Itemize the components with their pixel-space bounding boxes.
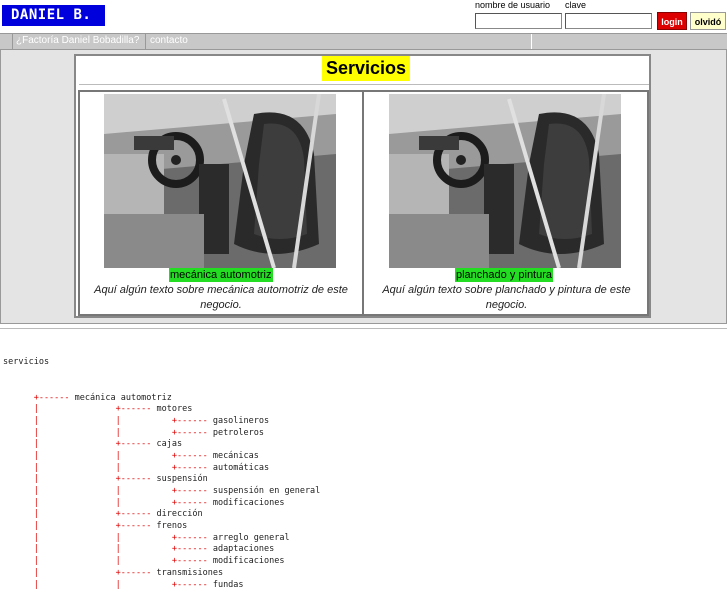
sitemap-item-label[interactable]: automáticas xyxy=(213,463,269,473)
sitemap-tree-line: | +------ xyxy=(3,521,157,532)
service-description-bodywork-line1: Aquí algún texto sobre planchado y pintu… xyxy=(382,284,631,311)
sitemap-item[interactable]: | | +------ adaptaciones xyxy=(3,544,320,556)
service-photo-bodywork[interactable] xyxy=(389,94,621,268)
sitemap-tree-line: +------ xyxy=(3,392,75,403)
sitemap-tree-line: | | +------ xyxy=(3,532,213,543)
sitemap-tree-line: | | +------ xyxy=(3,415,213,426)
sitemap-item[interactable]: | | +------ automáticas xyxy=(3,463,320,475)
sitemap-tree-line: | | +------ xyxy=(3,450,213,461)
sitemap-item-label[interactable]: motores xyxy=(157,404,193,414)
sitemap-root[interactable]: servicios xyxy=(3,357,320,369)
sitemap-item[interactable]: | | +------ modificaciones xyxy=(3,556,320,568)
sitemap-item-label[interactable]: modificaciones xyxy=(213,498,285,508)
password-input[interactable] xyxy=(565,13,652,29)
sitemap-tree-line: | | +------ xyxy=(3,579,213,590)
sitemap-tree-line: | | +------ xyxy=(3,544,213,555)
sitemap-item-label[interactable]: arreglo general xyxy=(213,533,290,543)
sitemap-item-label[interactable]: petroleros xyxy=(213,428,264,438)
sitemap-item-label[interactable]: fundas xyxy=(213,580,244,590)
sitemap-item[interactable]: +------ mecánica automotriz xyxy=(3,393,320,405)
sitemap-item[interactable]: | | +------ gasolineros xyxy=(3,416,320,428)
username-label: nombre de usuario xyxy=(475,0,551,10)
sitemap-item[interactable]: | | +------ petroleros xyxy=(3,428,320,440)
sitemap-tree-line: | | +------ xyxy=(3,427,213,438)
sitemap-item-label[interactable]: mecánica automotriz xyxy=(75,393,172,403)
nav-link-about[interactable]: ¿Factoría Daniel Bobadilla? xyxy=(16,34,139,48)
login-button[interactable]: login xyxy=(657,12,687,30)
sitemap-tree-line: | +------ xyxy=(3,509,157,520)
sitemap-divider xyxy=(0,328,727,329)
sitemap-item-label[interactable]: transmisiones xyxy=(157,568,224,578)
sitemap-item-label[interactable]: gasolineros xyxy=(213,416,269,426)
sitemap-item[interactable]: | +------ frenos xyxy=(3,521,320,533)
sitemap-item-label[interactable]: suspensión xyxy=(157,474,208,484)
sitemap-rows: +------ mecánica automotriz | +------ mo… xyxy=(3,393,321,592)
sitemap-item[interactable]: | | +------ modificaciones xyxy=(3,498,320,510)
car-interior-photo xyxy=(104,94,336,268)
sitemap-item[interactable]: | +------ transmisiones xyxy=(3,568,320,580)
car-interior-photo xyxy=(389,94,621,268)
nav-cell-contact xyxy=(145,34,532,49)
sitemap-item[interactable]: | | +------ arreglo general xyxy=(3,533,320,545)
sitemap-item[interactable]: | +------ motores xyxy=(3,404,320,416)
sitemap-item-label[interactable]: cajas xyxy=(157,439,183,449)
sitemap-item[interactable]: | | +------ mecánicas xyxy=(3,451,320,463)
sitemap-item-label[interactable]: modificaciones xyxy=(213,556,285,566)
service-description-mechanics: Aquí algún texto sobre mecánica automotr… xyxy=(81,283,361,313)
username-input[interactable] xyxy=(475,13,562,29)
sitemap-item-label[interactable]: adaptaciones xyxy=(213,544,274,554)
sitemap-item[interactable]: | +------ suspensión xyxy=(3,474,320,486)
sitemap-item-label[interactable]: mecánicas xyxy=(213,451,259,461)
sitemap-tree: servicios +------ mecánica automotriz | … xyxy=(3,334,320,603)
services-title: Servicios xyxy=(322,56,411,81)
sitemap-tree-line: | +------ xyxy=(3,404,157,415)
sitemap-item-label[interactable]: suspensión en general xyxy=(213,486,320,496)
service-photo-mechanics[interactable] xyxy=(104,94,336,268)
sitemap-item[interactable]: | +------ dirección xyxy=(3,509,320,521)
forgot-password-button[interactable]: olvidó xyxy=(690,12,726,30)
service-name-bodywork[interactable]: planchado y pintura xyxy=(455,268,554,282)
sitemap-item-label[interactable]: frenos xyxy=(157,521,188,531)
sitemap-tree-line: | | +------ xyxy=(3,556,213,567)
title-divider xyxy=(79,84,649,85)
sitemap-tree-line: | | +------ xyxy=(3,497,213,508)
password-label: clave xyxy=(565,0,587,10)
sitemap-item[interactable]: | | +------ fundas xyxy=(3,580,320,592)
top-nav: ¿Factoría Daniel Bobadilla? contacto xyxy=(0,33,727,50)
sitemap-item[interactable]: | +------ cajas xyxy=(3,439,320,451)
sitemap-tree-line: | +------ xyxy=(3,439,157,450)
nav-link-contact[interactable]: contacto xyxy=(150,34,188,48)
site-logo[interactable]: DANIEL B. xyxy=(2,5,105,26)
sitemap-item[interactable]: | | +------ suspensión en general xyxy=(3,486,321,498)
sitemap-item-label[interactable]: dirección xyxy=(157,509,203,519)
sitemap-tree-line: | +------ xyxy=(3,474,157,485)
sitemap-tree-line: | | +------ xyxy=(3,462,213,473)
service-name-mechanics[interactable]: mecánica automotriz xyxy=(169,268,273,282)
service-description-mechanics-line1: Aquí algún texto sobre mecánica automotr… xyxy=(94,284,348,296)
service-description-mechanics-line2: negocio. xyxy=(200,299,242,311)
sitemap-tree-line: | | +------ xyxy=(3,486,213,496)
sitemap-tree-line: | +------ xyxy=(3,567,157,578)
service-description-bodywork: Aquí algún texto sobre planchado y pintu… xyxy=(364,283,649,313)
